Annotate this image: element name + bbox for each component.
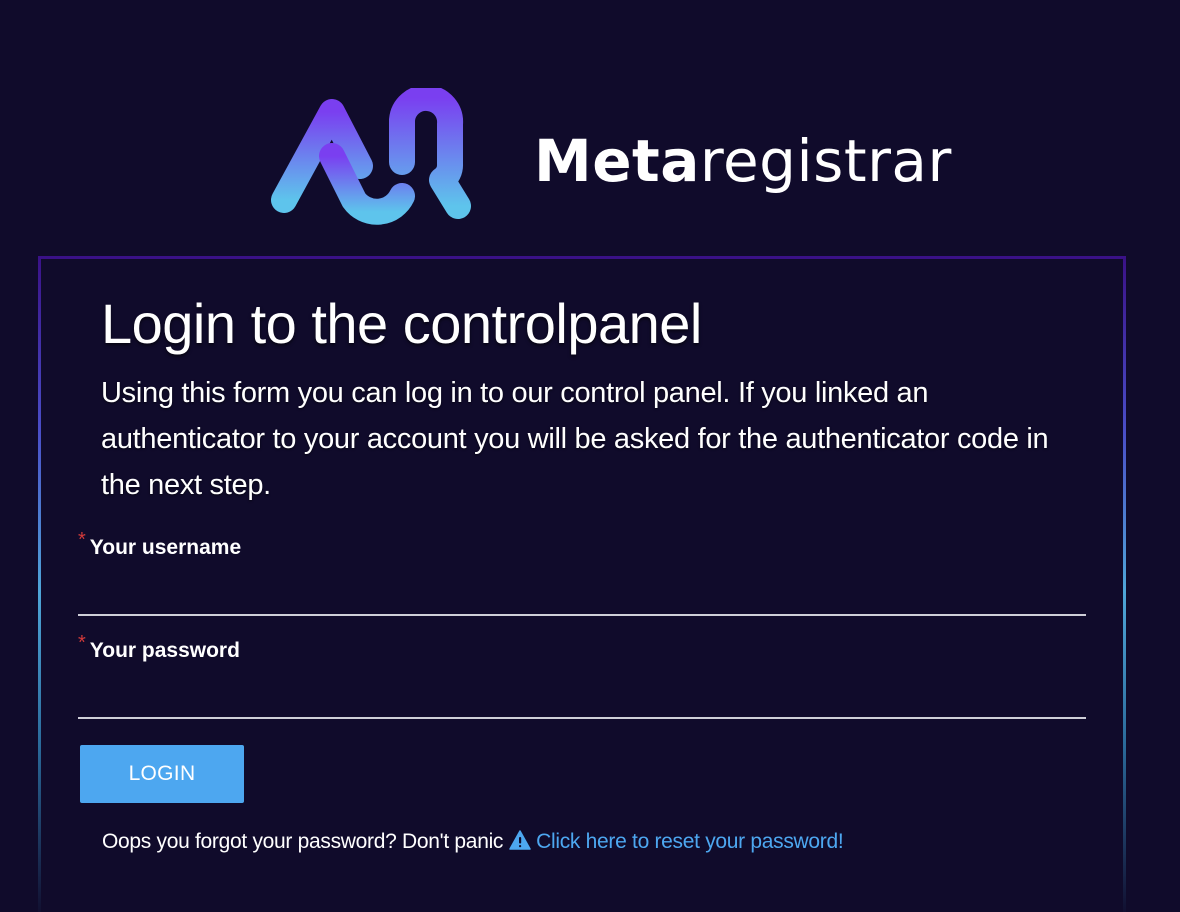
card-border-right (1123, 256, 1126, 912)
login-card: Login to the controlpanel Using this for… (38, 256, 1126, 912)
forgot-password-line: Oops you forgot your password? Don't pan… (102, 830, 844, 854)
username-input[interactable] (78, 576, 1086, 616)
login-page: Metaregistrar Login to the controlpanel … (0, 0, 1180, 912)
username-label-text: Your username (89, 536, 242, 559)
page-title: Login to the controlpanel (101, 292, 702, 355)
brand-name-bold: Meta (534, 127, 700, 195)
forgot-password-text: Oops you forgot your password? Don't pan… (102, 830, 504, 853)
brand-header: Metaregistrar (262, 88, 951, 233)
card-border-top (38, 256, 1126, 259)
password-input[interactable] (78, 679, 1086, 719)
username-label: * Your username (78, 529, 242, 560)
password-label-text: Your password (89, 639, 240, 662)
warning-icon (509, 830, 531, 850)
login-button[interactable]: LOGIN (80, 745, 244, 803)
intro-text: Using this form you can log in to our co… (101, 377, 1049, 501)
required-marker: * (78, 529, 86, 551)
ar-logo-icon (271, 88, 471, 225)
brand-wordmark: Metaregistrar (534, 126, 952, 196)
required-marker: * (78, 632, 86, 654)
reset-password-link[interactable]: Click here to reset your password! (536, 830, 844, 853)
password-label: * Your password (78, 632, 240, 663)
brand-name-light: registrar (699, 127, 952, 195)
card-border-left (38, 256, 41, 912)
